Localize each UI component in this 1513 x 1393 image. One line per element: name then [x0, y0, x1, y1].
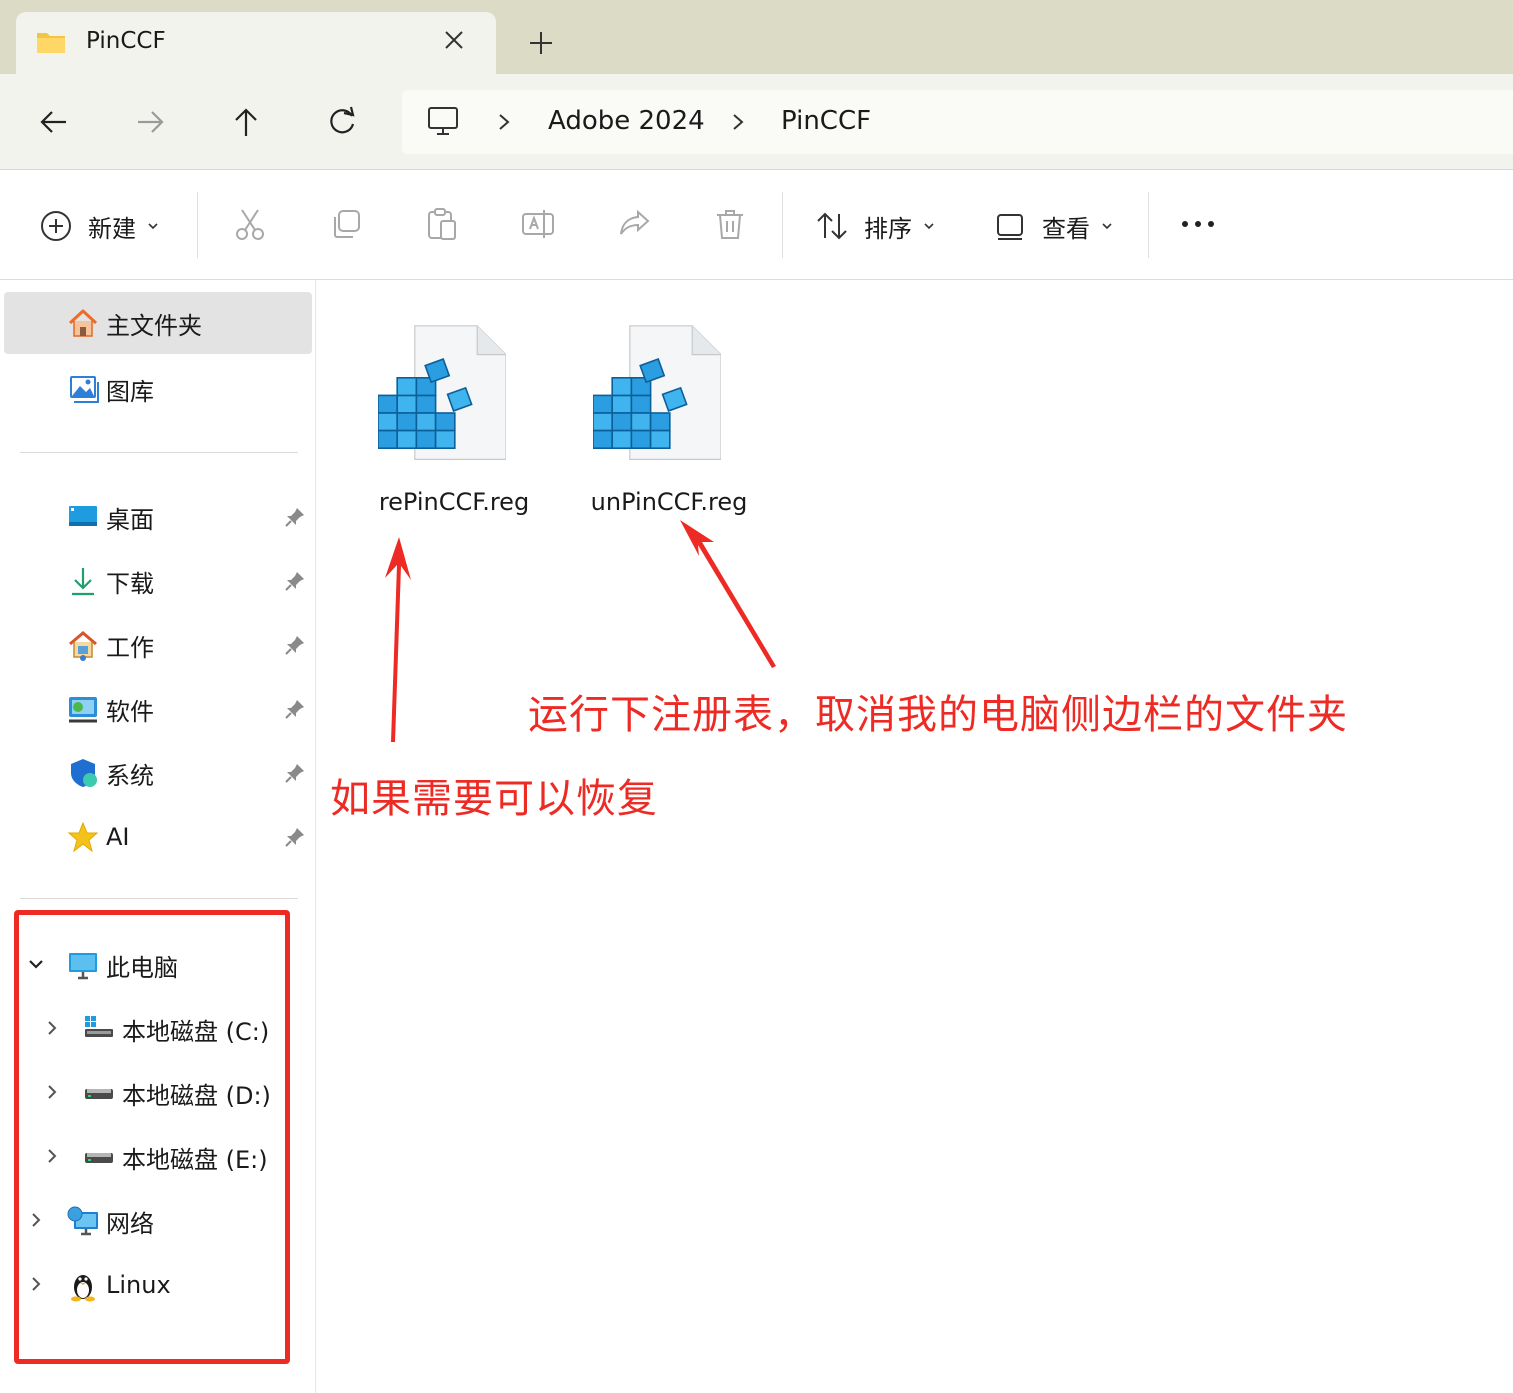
address-bar[interactable]: Adobe 2024 PinCCF — [402, 90, 1513, 154]
sidebar-item-system[interactable]: 系统 — [4, 742, 274, 804]
plus-icon[interactable] — [526, 28, 556, 58]
chevron-down-icon — [924, 223, 934, 230]
tab-title: PinCCF — [86, 28, 166, 54]
pin-icon[interactable] — [284, 570, 306, 592]
sidebar-item-label: 工作 — [106, 633, 154, 662]
navigation-bar: Adobe 2024 PinCCF — [0, 74, 1513, 170]
file-name: rePinCCF.reg — [378, 488, 530, 516]
gallery-icon — [70, 376, 99, 403]
plus-circle-icon — [41, 211, 71, 241]
command-bar: 新建 排序 查看 — [0, 170, 1513, 280]
sidebar-divider — [20, 452, 298, 453]
annotation-arrow — [680, 520, 776, 668]
folder-icon — [37, 33, 65, 53]
arrow-left-icon[interactable] — [34, 102, 74, 142]
file-item[interactable]: unPinCCF.reg — [559, 308, 779, 538]
sidebar-item-label: 下载 — [106, 569, 154, 598]
sidebar-item-downloads[interactable]: 下载 — [4, 550, 274, 612]
arrow-up-icon[interactable] — [226, 102, 266, 142]
file-item[interactable]: rePinCCF.reg — [344, 308, 564, 538]
sidebar-item-label: 系统 — [106, 761, 154, 790]
star-icon — [67, 821, 99, 853]
pin-icon[interactable] — [284, 698, 306, 720]
chevron-down-icon — [1102, 223, 1112, 230]
software-folder-icon — [69, 697, 97, 723]
sort-icon — [817, 212, 847, 240]
sidebar-item-ai[interactable]: AI — [4, 806, 274, 868]
home-icon — [68, 309, 98, 337]
annotation-highlight-box — [14, 910, 290, 1364]
chevron-right-icon[interactable] — [494, 110, 514, 134]
sort-label: 排序 — [864, 214, 912, 243]
new-button[interactable]: 新建 — [38, 206, 160, 246]
sort-button[interactable]: 排序 — [814, 206, 936, 246]
sidebar-divider — [20, 898, 298, 899]
rename-icon[interactable] — [520, 206, 556, 242]
annotation-arrow — [385, 537, 411, 742]
cut-icon[interactable] — [232, 206, 268, 242]
copy-icon[interactable] — [328, 206, 364, 242]
breadcrumb-adobe-2024[interactable]: Adobe 2024 — [548, 106, 705, 136]
computer-icon[interactable] — [426, 104, 460, 138]
registry-file-icon — [593, 325, 721, 460]
chevron-right-icon[interactable] — [728, 110, 748, 134]
pin-icon[interactable] — [284, 634, 306, 656]
title-bar: PinCCF — [0, 0, 1513, 74]
annotation-note-restore: 如果需要可以恢复 — [330, 776, 658, 822]
view-label: 查看 — [1042, 214, 1090, 243]
delete-icon[interactable] — [712, 206, 748, 242]
paste-icon[interactable] — [424, 206, 460, 242]
registry-file-icon — [378, 325, 506, 460]
share-icon[interactable] — [616, 206, 652, 242]
sidebar-item-label: 主文件夹 — [106, 311, 202, 340]
system-shield-icon — [71, 759, 97, 787]
breadcrumb-pinccf[interactable]: PinCCF — [781, 106, 871, 136]
annotation-note-unpin: 运行下注册表，取消我的电脑侧边栏的文件夹 — [528, 692, 1348, 738]
view-button[interactable]: 查看 — [992, 206, 1114, 246]
toolbar-divider — [197, 192, 198, 258]
toolbar-divider — [782, 192, 783, 258]
pin-icon[interactable] — [284, 762, 306, 784]
sidebar-item-label: AI — [106, 823, 130, 851]
sidebar-item-label: 图库 — [106, 377, 154, 406]
sidebar-item-label: 桌面 — [106, 505, 154, 534]
sidebar-item-work[interactable]: 工作 — [4, 614, 274, 676]
desktop-icon — [69, 506, 97, 526]
sidebar-item-software[interactable]: 软件 — [4, 678, 274, 740]
tab-pinccf[interactable]: PinCCF — [16, 12, 496, 74]
file-name: unPinCCF.reg — [590, 488, 748, 516]
pin-icon[interactable] — [284, 826, 306, 848]
new-label: 新建 — [88, 214, 136, 243]
refresh-icon[interactable] — [322, 102, 362, 142]
pin-icon[interactable] — [284, 506, 306, 528]
arrow-right-icon[interactable] — [130, 102, 170, 142]
download-icon — [72, 568, 94, 596]
sidebar-item-gallery[interactable]: 图库 — [4, 358, 312, 420]
more-icon[interactable] — [1178, 212, 1218, 236]
sidebar-item-desktop[interactable]: 桌面 — [4, 486, 274, 548]
view-icon — [997, 214, 1023, 240]
sidebar-item-home[interactable]: 主文件夹 — [4, 292, 312, 354]
sidebar-item-label: 软件 — [106, 697, 154, 726]
work-folder-icon — [69, 631, 97, 661]
close-icon[interactable] — [440, 26, 468, 54]
chevron-down-icon — [148, 223, 158, 230]
toolbar-divider — [1148, 192, 1149, 258]
